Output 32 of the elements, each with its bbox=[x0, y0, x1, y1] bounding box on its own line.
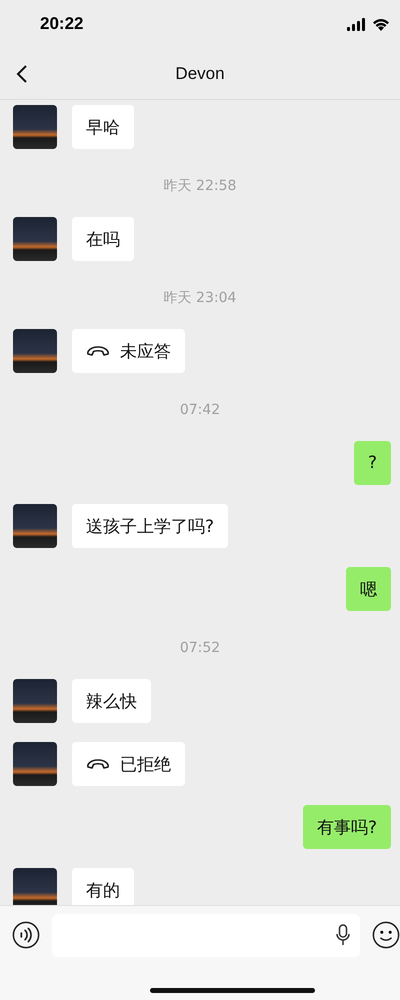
message-bubble: 送孩子上学了吗? bbox=[72, 504, 228, 548]
avatar-photo[interactable] bbox=[13, 329, 57, 373]
message-bubble: 辣么快 bbox=[72, 679, 151, 723]
message-bubble: ? bbox=[354, 441, 391, 485]
timestamp: 07:52 bbox=[180, 640, 220, 656]
phone-handset-icon bbox=[86, 758, 110, 770]
avatar-photo[interactable] bbox=[13, 742, 57, 786]
signal-icon bbox=[347, 18, 366, 30]
call-status: 未应答 bbox=[120, 340, 171, 362]
timestamp: 昨天 23:04 bbox=[164, 290, 236, 306]
wifi-icon bbox=[372, 18, 390, 30]
microphone-icon[interactable] bbox=[336, 924, 350, 946]
timestamp: 昨天 22:58 bbox=[164, 178, 236, 194]
voice-icon[interactable] bbox=[12, 920, 40, 950]
message-bubble: 有的 bbox=[72, 868, 134, 905]
message-bubble: 嗯 bbox=[346, 567, 391, 611]
message-bubble: 有事吗? bbox=[302, 805, 391, 849]
avatar-photo[interactable] bbox=[13, 868, 57, 905]
avatar-photo[interactable] bbox=[13, 504, 57, 548]
message-bubble: 早哈 bbox=[72, 105, 134, 149]
emoji-icon[interactable] bbox=[372, 920, 400, 950]
message-bubble: 在吗 bbox=[72, 217, 134, 261]
avatar-photo[interactable] bbox=[13, 105, 57, 149]
avatar-photo[interactable] bbox=[13, 217, 57, 261]
phone-handset-icon bbox=[86, 345, 110, 357]
call-status: 已拒绝 bbox=[120, 754, 171, 776]
chat-title: Devon bbox=[175, 64, 225, 84]
message-input-field[interactable] bbox=[52, 914, 360, 956]
back-icon[interactable] bbox=[16, 64, 28, 84]
timestamp: 07:42 bbox=[180, 402, 220, 418]
status-time: 20:22 bbox=[40, 14, 84, 34]
avatar-photo[interactable] bbox=[13, 679, 57, 723]
